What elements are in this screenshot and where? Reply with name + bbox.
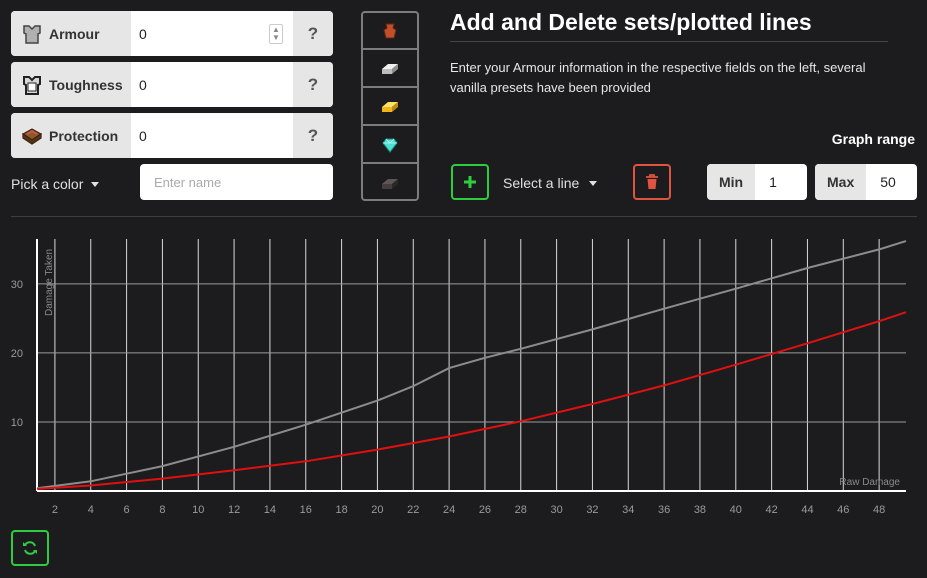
protection-input[interactable]: 0 (131, 113, 293, 158)
page-title: Add and Delete sets/plotted lines (450, 9, 812, 35)
x-tick-label: 34 (622, 504, 634, 516)
x-tick-label: 26 (479, 504, 491, 516)
plus-icon (464, 176, 476, 188)
x-tick-label: 14 (264, 504, 276, 516)
x-tick-label: 6 (124, 504, 130, 516)
protection-row: Protection 0 ? (11, 113, 333, 158)
gold-ingot-icon (382, 101, 398, 112)
preset-gold[interactable] (363, 89, 417, 126)
armour-input[interactable]: 0 ▲ ▼ (131, 11, 293, 56)
x-tick-label: 42 (765, 504, 777, 516)
x-tick-label: 20 (371, 504, 383, 516)
refresh-button[interactable] (11, 530, 49, 566)
iron-ingot-icon (382, 63, 398, 74)
range-max-input[interactable]: 50 (866, 164, 917, 200)
section-divider (11, 216, 917, 217)
x-tick-label: 30 (550, 504, 562, 516)
x-tick-label: 18 (335, 504, 347, 516)
preset-netherite[interactable] (363, 165, 417, 202)
protection-label: Protection (49, 127, 119, 144)
toughness-help-button[interactable]: ? (293, 62, 333, 107)
x-tick-label: 36 (658, 504, 670, 516)
series-line-1 (36, 240, 907, 490)
preset-leather[interactable] (363, 13, 417, 50)
damage-chart: 2 4 6 8 10 12 14 16 18 20 22 24 26 28 30 32 34 36 38 40 42 44… (11, 239, 907, 516)
armour-help-button[interactable]: ? (293, 11, 333, 56)
chestplate-outline-icon (23, 75, 41, 95)
range-min-field: Min 1 (707, 164, 807, 200)
color-picker-label: Pick a color (11, 176, 84, 192)
toughness-label: Toughness (49, 76, 123, 93)
enchanted-book-icon (21, 127, 43, 145)
refresh-icon (23, 541, 37, 555)
armour-label-cell: Armour (11, 11, 131, 56)
toughness-row: Toughness 0 ? (11, 62, 333, 107)
x-tick-label: 22 (407, 504, 419, 516)
toughness-input[interactable]: 0 (131, 62, 293, 107)
netherite-ingot-icon (382, 178, 398, 189)
x-tick-label: 48 (873, 504, 885, 516)
y-tick-label: 10 (11, 417, 23, 429)
name-input-placeholder: Enter name (154, 174, 222, 190)
x-tick-label: 2 (52, 504, 58, 516)
range-min-input[interactable]: 1 (755, 164, 807, 200)
line-select-dropdown[interactable]: Select a line (503, 175, 598, 191)
chestplate-icon (23, 24, 41, 44)
x-tick-label: 38 (694, 504, 706, 516)
x-tick-label: 16 (300, 504, 312, 516)
trash-icon (646, 174, 658, 189)
line-select-label: Select a line (503, 175, 580, 191)
preset-iron[interactable] (363, 51, 417, 88)
protection-label-cell: Protection (11, 113, 131, 158)
x-tick-label: 32 (586, 504, 598, 516)
add-line-button[interactable] (451, 164, 489, 200)
chevron-down-icon (91, 181, 100, 187)
y-tick-label: 30 (11, 279, 23, 291)
y-tick-label: 20 (11, 348, 23, 360)
range-min-label: Min (707, 164, 756, 200)
chart-series (36, 240, 907, 490)
x-tick-label: 8 (159, 504, 165, 516)
x-tick-label: 46 (837, 504, 849, 516)
color-picker-dropdown[interactable]: Pick a color (11, 176, 100, 192)
title-divider (450, 41, 888, 42)
diamond-icon (382, 138, 398, 153)
delete-line-button[interactable] (633, 164, 671, 200)
x-axis-label: Raw Damage (839, 477, 900, 488)
protection-help-button[interactable]: ? (293, 113, 333, 158)
x-tick-label: 4 (88, 504, 94, 516)
toughness-label-cell: Toughness (11, 62, 131, 107)
x-tick-label: 24 (443, 504, 455, 516)
x-tick-label: 28 (515, 504, 527, 516)
leather-icon (383, 23, 397, 38)
name-input[interactable]: Enter name (140, 164, 333, 200)
series-line-2 (36, 311, 907, 490)
armour-row: Armour 0 ▲ ▼ ? (11, 11, 333, 56)
armour-label: Armour (49, 25, 100, 42)
preset-diamond[interactable] (363, 127, 417, 164)
chevron-down-icon (589, 180, 598, 186)
x-tick-label: 44 (801, 504, 813, 516)
y-axis-label: Damage Taken (44, 249, 55, 316)
x-tick-label: 10 (192, 504, 204, 516)
preset-panel (361, 11, 419, 201)
x-tick-label: 12 (228, 504, 240, 516)
description-text: Enter your Armour information in the res… (450, 60, 866, 95)
range-max-field: Max 50 (815, 164, 917, 200)
armour-spinner[interactable]: ▲ ▼ (269, 23, 283, 44)
graph-range-label: Graph range (831, 131, 915, 147)
x-tick-label: 40 (730, 504, 742, 516)
range-max-label: Max (815, 164, 867, 200)
